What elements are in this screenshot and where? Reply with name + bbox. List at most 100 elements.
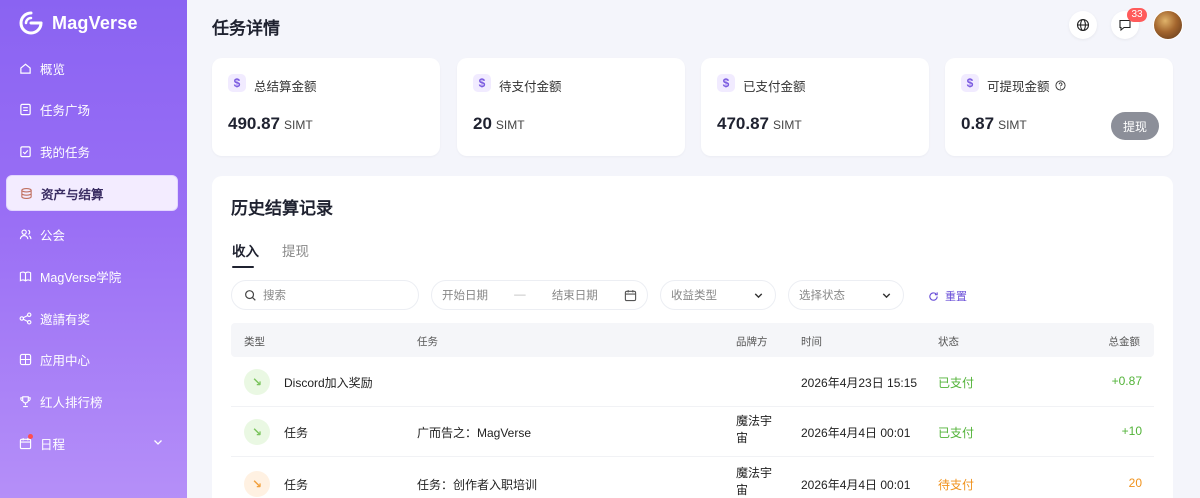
tab-withdraw[interactable]: 提现	[282, 240, 309, 260]
chevron-down-icon	[754, 292, 763, 298]
sidebar-item-overview[interactable]: 概览	[6, 50, 178, 86]
row-amount: +0.87	[1111, 374, 1142, 388]
sidebar-item-label: 应用中心	[40, 354, 91, 369]
sidebar-item-assets[interactable]: 资产与结算	[6, 175, 178, 212]
my-task-icon	[18, 144, 32, 158]
task-square-icon	[18, 103, 32, 117]
row-type: Discord加入奖励	[284, 376, 373, 390]
status-badge: 待支付	[938, 478, 975, 492]
search-input[interactable]: 搜索	[231, 280, 419, 310]
sidebar-item-academy[interactable]: MagVerse学院	[6, 258, 178, 294]
date-range-picker[interactable]: 开始日期 — 结束日期	[431, 280, 648, 310]
select-placeholder: 收益类型	[671, 290, 717, 302]
language-button[interactable]	[1069, 11, 1097, 39]
withdraw-button[interactable]: 提现	[1111, 112, 1159, 140]
globe-icon	[1076, 18, 1090, 32]
row-brand: 魔法宇宙	[736, 414, 773, 445]
income-arrow-icon: ↘	[244, 369, 270, 395]
stat-label: 总结算金额	[254, 80, 317, 94]
sidebar-item-app-center[interactable]: 应用中心	[6, 342, 178, 378]
refresh-icon	[929, 291, 938, 301]
chevron-down-icon	[882, 292, 891, 298]
book-icon	[18, 269, 32, 283]
column-header: 任务	[417, 336, 438, 348]
help-icon[interactable]	[1054, 80, 1066, 91]
table-row[interactable]: ↘ Discord加入奖励 2026年4月23日 15:15 已支付 +0.87	[231, 357, 1154, 407]
dollar-icon: $	[228, 74, 246, 92]
sidebar-item-invite[interactable]: 邀請有奖	[6, 300, 178, 336]
sidebar-item-label: MagVerse学院	[40, 270, 122, 285]
column-header: 状态	[938, 336, 959, 348]
stat-value: 20 SIMT	[473, 114, 525, 133]
brand-logo[interactable]: MagVerse	[18, 10, 138, 36]
page-title: 任务详情	[212, 19, 280, 38]
dollar-icon: $	[717, 74, 735, 92]
stat-card-withdrawable: $ 可提现金额 0.87 SIMT 提现	[945, 58, 1173, 156]
home-icon	[18, 61, 32, 75]
row-amount: 20	[1128, 476, 1142, 490]
row-type: 任务	[284, 426, 309, 440]
sidebar-item-label: 邀請有奖	[40, 312, 91, 327]
row-time: 2026年4月4日 00:01	[801, 478, 911, 492]
row-task: 广而告之：MagVerse	[417, 426, 532, 440]
date-separator: —	[514, 289, 526, 301]
status-badge: 已支付	[938, 426, 975, 440]
sidebar-nav: 概览 任务广场 我的任务 资产与结算 公会 MagVerse学院 邀請有奖 应用…	[6, 50, 178, 467]
dollar-icon: $	[473, 74, 491, 92]
income-arrow-icon: ↘	[244, 419, 270, 445]
sidebar-item-label: 我的任务	[40, 145, 91, 160]
sidebar-item-task-square[interactable]: 任务广场	[6, 92, 178, 128]
share-icon	[18, 311, 32, 325]
settlement-records-panel: 历史结算记录 收入 提现 搜索 开始日期 — 结束日期 收益类型 选择状态 重置…	[212, 176, 1173, 498]
pending-arrow-icon: ↘	[244, 471, 270, 497]
column-header: 品牌方	[736, 336, 768, 348]
database-icon	[19, 186, 33, 200]
panel-title: 历史结算记录	[231, 199, 333, 218]
reset-button[interactable]: 重置	[928, 288, 967, 304]
row-time: 2026年4月4日 00:01	[801, 426, 911, 440]
stat-label: 已支付金额	[743, 80, 806, 94]
notification-badge: 33	[1127, 8, 1147, 22]
sidebar-item-label: 日程	[40, 437, 66, 452]
sidebar: MagVerse 概览 任务广场 我的任务 资产与结算 公会 MagVerse学…	[0, 0, 187, 498]
income-type-select[interactable]: 收益类型	[660, 280, 776, 310]
table-row[interactable]: ↘ 任务 任务：创作者入职培训 魔法宇宙 2026年4月4日 00:01 待支付…	[231, 459, 1154, 498]
sidebar-item-leaderboard[interactable]: 红人排行榜	[6, 384, 178, 420]
row-brand: 魔法宇宙	[736, 466, 773, 497]
status-select[interactable]: 选择状态	[788, 280, 904, 310]
stat-card-total: $ 总结算金额 490.87 SIMT	[212, 58, 440, 156]
select-placeholder: 选择状态	[799, 290, 845, 302]
tab-underline	[232, 266, 254, 268]
calendar-icon	[624, 289, 637, 301]
row-amount: +10	[1121, 424, 1142, 438]
unread-dot	[28, 434, 33, 440]
column-header: 类型	[244, 336, 265, 348]
row-type: 任务	[284, 478, 309, 492]
stat-value: 0.87 SIMT	[961, 114, 1027, 133]
sidebar-item-label: 任务广场	[40, 104, 91, 119]
trophy-icon	[18, 395, 32, 409]
sidebar-item-label: 红人排行榜	[40, 396, 103, 410]
stat-value: 470.87 SIMT	[717, 114, 802, 133]
dollar-icon: $	[961, 74, 979, 92]
search-icon	[245, 289, 256, 301]
sidebar-item-my-tasks[interactable]: 我的任务	[6, 133, 178, 169]
column-header: 时间	[801, 336, 822, 348]
brand-name: MagVerse	[52, 12, 138, 33]
status-badge: 已支付	[938, 376, 975, 390]
end-date-field[interactable]: 结束日期	[552, 287, 598, 303]
start-date-field[interactable]: 开始日期	[442, 287, 488, 303]
stat-label: 待支付金额	[499, 80, 562, 94]
table-row[interactable]: ↘ 任务 广而告之：MagVerse 魔法宇宙 2026年4月4日 00:01 …	[231, 407, 1154, 457]
sidebar-item-guild[interactable]: 公会	[6, 217, 178, 253]
sidebar-item-label: 公会	[40, 229, 66, 244]
row-time: 2026年4月23日 15:15	[801, 376, 918, 390]
stat-card-paid: $ 已支付金额 470.87 SIMT	[701, 58, 929, 156]
grid-icon	[18, 353, 32, 367]
row-task: 任务：创作者入职培训	[417, 478, 538, 492]
tab-income[interactable]: 收入	[232, 240, 259, 260]
sidebar-item-schedule[interactable]: 日程	[6, 425, 178, 461]
stat-label: 可提现金额	[987, 76, 1066, 95]
avatar[interactable]	[1153, 10, 1183, 40]
chevron-down-icon[interactable]	[152, 436, 164, 448]
